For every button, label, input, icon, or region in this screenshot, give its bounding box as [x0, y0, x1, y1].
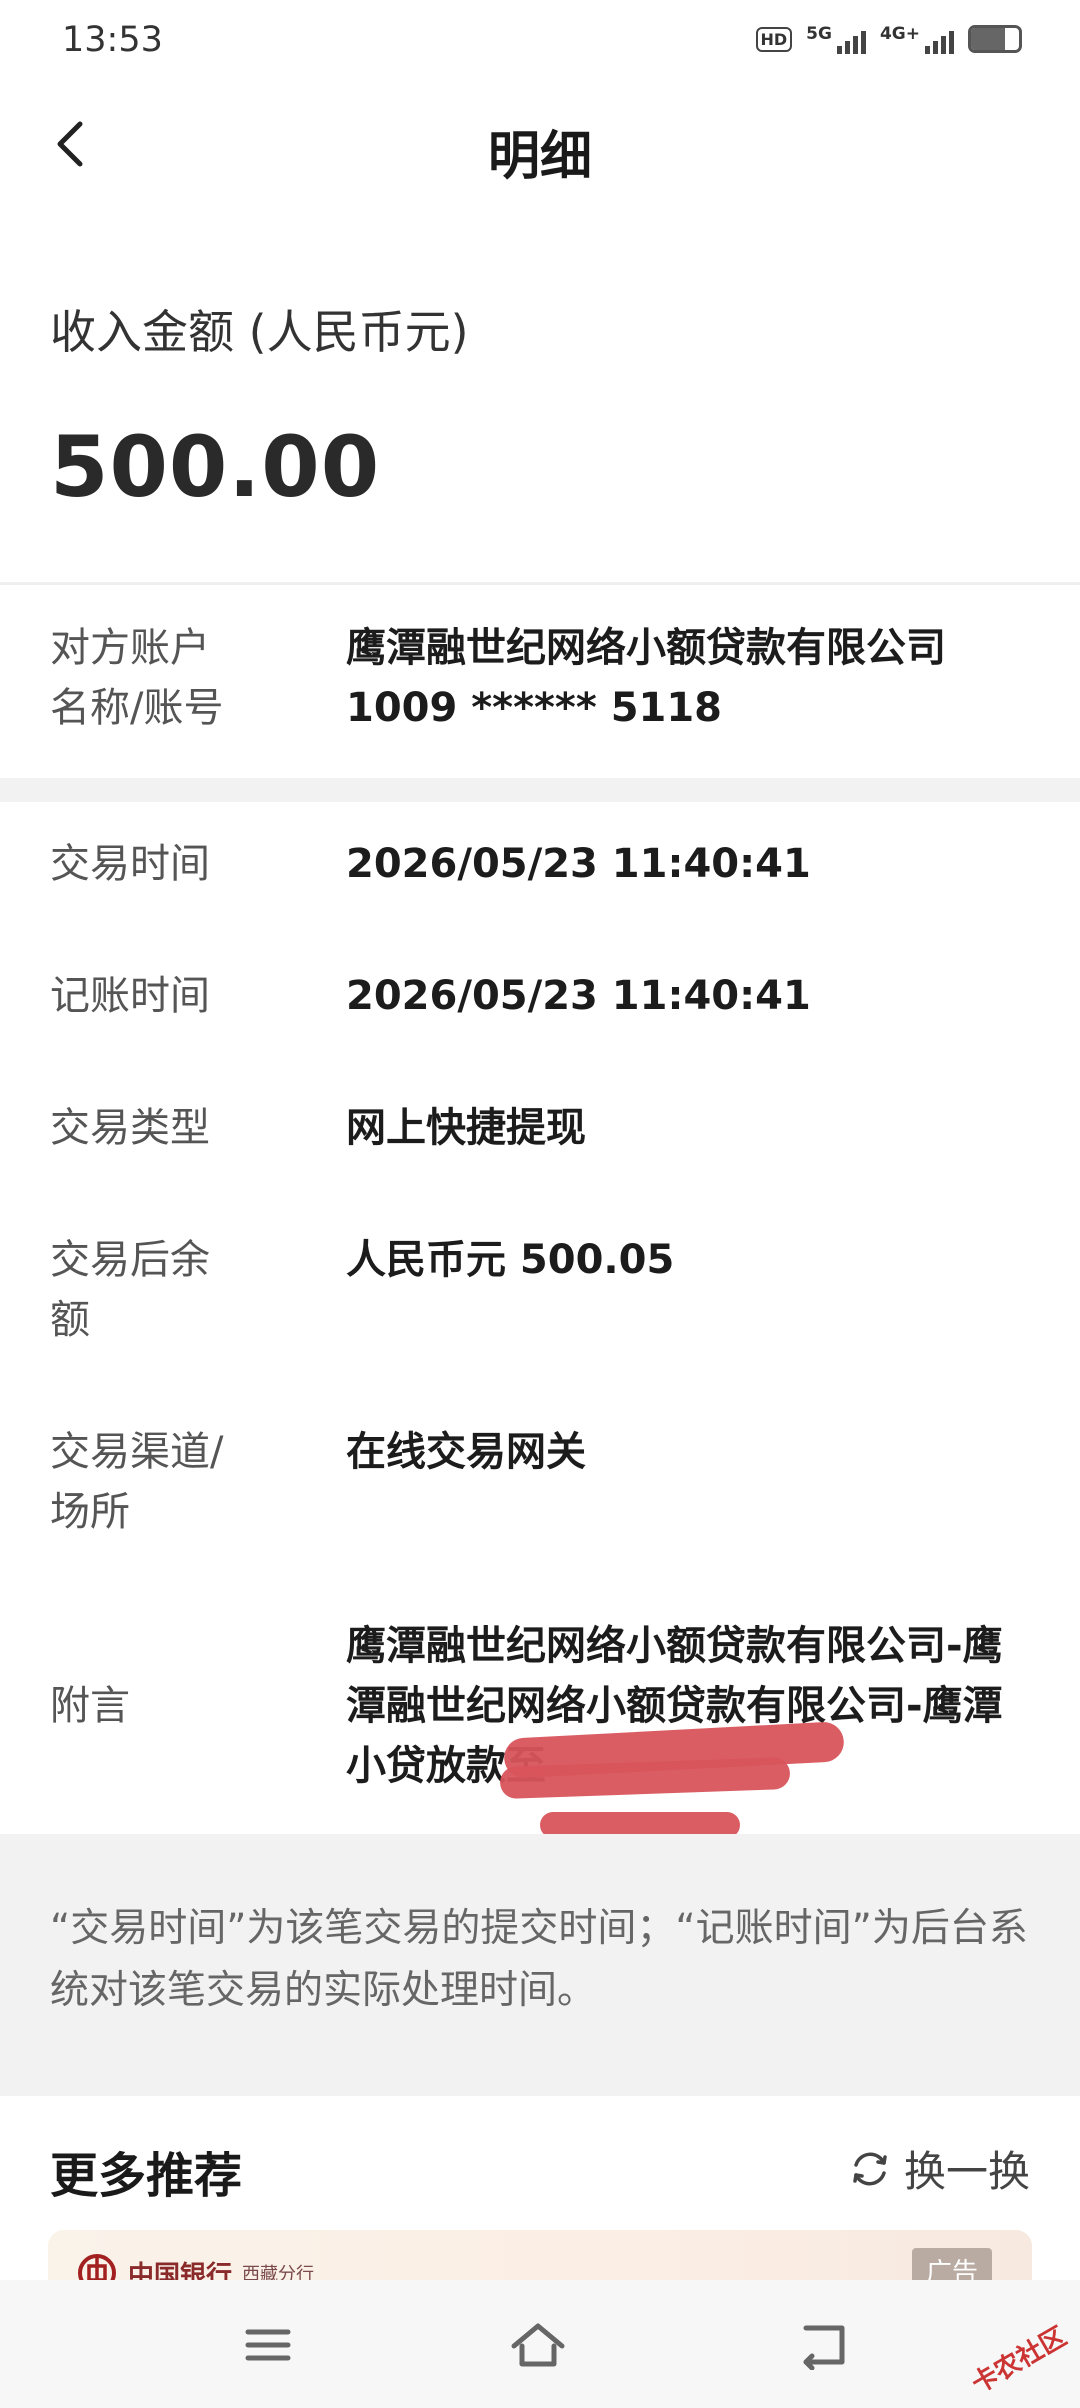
page-title: 明细 [487, 127, 592, 187]
menu-icon [245, 2329, 291, 2361]
home-button[interactable] [508, 2320, 568, 2370]
battery-icon [968, 25, 1022, 53]
menu-button[interactable] [238, 2320, 298, 2370]
divider [0, 582, 1080, 585]
amount-label: 收入金额 (人民币元) [50, 305, 469, 359]
counterparty-account: 1009 ****** 5118 [346, 685, 723, 731]
counterparty-key: 对方账户 名称/账号 [50, 625, 224, 731]
section-gap [0, 778, 1080, 802]
refresh-icon [853, 2152, 887, 2185]
refresh-label: 换一换 [903, 2147, 1030, 2196]
time-explanation-note: “交易时间”为该笔交易的提交时间；“记账时间”为后台系统对该笔交易的实际处理时间… [50, 1906, 1028, 2013]
counterparty-name: 鹰潭融世纪网络小额贷款有限公司 [346, 625, 946, 671]
amount-value: 500.00 [50, 418, 381, 516]
back-nav-icon [803, 2325, 845, 2371]
hd-voice-icon: HD [755, 26, 793, 52]
memo-key: 附言 [50, 1683, 130, 1729]
status-icons: HD 5G 4G+ [755, 24, 1022, 54]
counterparty-row: 对方账户 名称/账号 鹰潭融世纪网络小额贷款有限公司 1009 ****** 5… [50, 618, 1040, 748]
home-icon [511, 2323, 565, 2367]
system-nav-bar [0, 2280, 1080, 2408]
back-nav-button[interactable] [796, 2320, 856, 2371]
more-recommend-title: 更多推荐 [50, 2148, 243, 2204]
status-time: 13:53 [62, 20, 163, 60]
counterparty-value: 鹰潭融世纪网络小额贷款有限公司 1009 ****** 5118 [346, 618, 1080, 738]
refresh-button[interactable]: 换一换 [848, 2138, 1030, 2199]
status-bar: 13:53 HD 5G 4G+ [0, 0, 1080, 84]
signal-4g-icon: 4G+ [880, 24, 954, 54]
signal-5g-icon: 5G [806, 24, 866, 54]
nav-header: 明细 [0, 84, 1080, 214]
